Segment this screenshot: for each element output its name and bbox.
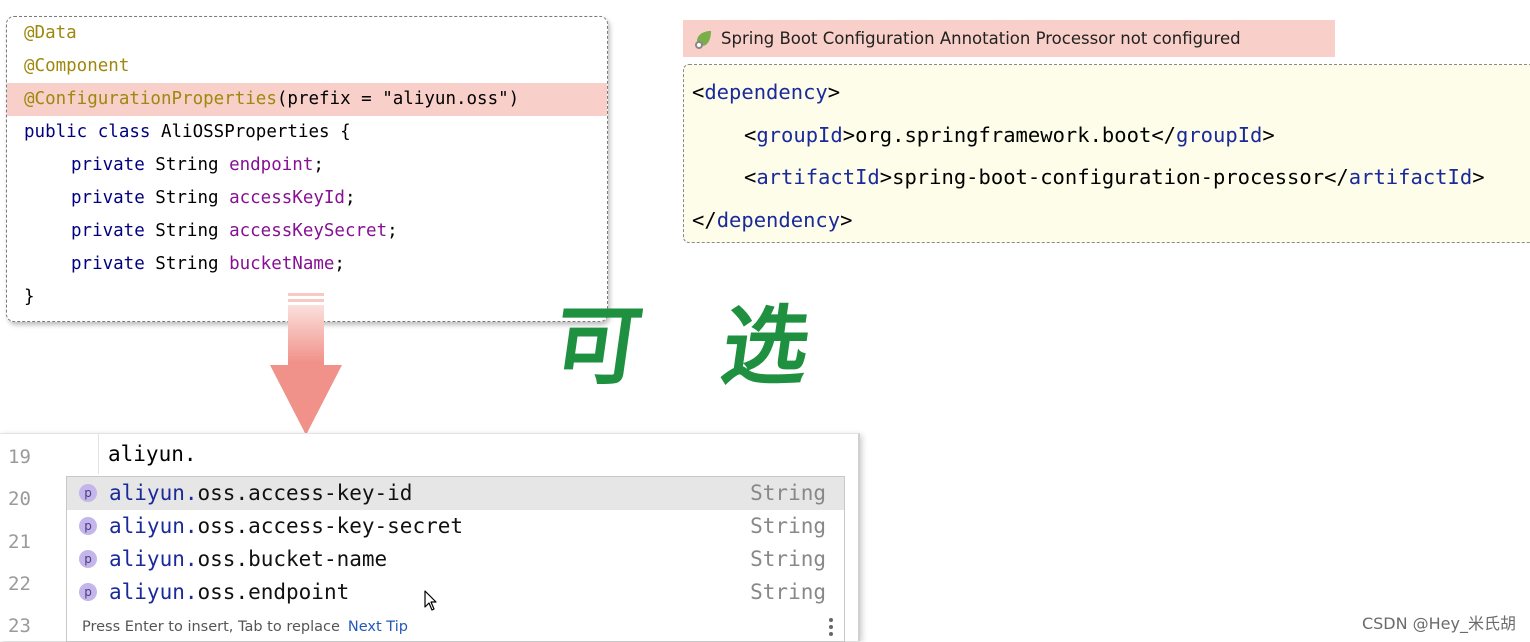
xml-line: </dependency> bbox=[692, 208, 853, 232]
annotation-component: @Component bbox=[24, 56, 130, 76]
completion-prefix: aliyun. bbox=[109, 580, 198, 604]
semicolon: ; bbox=[334, 254, 345, 274]
xml-line: <groupId>org.springframework.boot</group… bbox=[744, 123, 1275, 147]
keyword: private bbox=[71, 254, 145, 274]
annotation-configuration-properties: @ConfigurationProperties bbox=[24, 89, 277, 109]
annotation-args: (prefix = "aliyun.oss") bbox=[276, 89, 520, 109]
code-line: private String endpoint; bbox=[7, 149, 607, 182]
spring-leaf-icon bbox=[695, 30, 711, 49]
line-number: 21 bbox=[8, 531, 31, 553]
completion-type: String bbox=[750, 514, 826, 538]
property-icon: p bbox=[79, 550, 97, 568]
field-name: bucketName bbox=[229, 254, 335, 274]
line-number: 20 bbox=[8, 488, 31, 510]
xml-tag: artifactId bbox=[1348, 165, 1473, 189]
semicolon: ; bbox=[387, 221, 398, 241]
class-name: AliOSSProperties { bbox=[150, 122, 351, 142]
completion-name: oss.access-key-secret bbox=[197, 514, 464, 538]
xml-line: <artifactId>spring-boot-configuration-pr… bbox=[744, 165, 1485, 189]
artifact-id-value: spring-boot-configuration-processor bbox=[892, 165, 1325, 189]
completion-item[interactable]: p aliyun.oss.access-key-id String bbox=[67, 477, 844, 510]
xml-tag: dependency bbox=[716, 208, 841, 232]
hint-text: Press Enter to insert, Tab to replace bbox=[82, 619, 340, 635]
code-line: @Data bbox=[7, 17, 607, 50]
type: String bbox=[144, 155, 230, 175]
xml-tag: dependency bbox=[704, 80, 828, 104]
xml-tag: artifactId bbox=[756, 165, 880, 189]
java-code-panel: @Data @Component @ConfigurationPropertie… bbox=[6, 16, 608, 322]
code-line: private String accessKeyId; bbox=[7, 182, 607, 215]
completion-name: oss.bucket-name bbox=[197, 547, 388, 571]
warning-text: Spring Boot Configuration Annotation Pro… bbox=[721, 29, 1241, 48]
field-name: accessKeyId bbox=[229, 188, 345, 208]
keyword: public class bbox=[24, 122, 151, 142]
completion-prefix: aliyun. bbox=[109, 481, 198, 505]
group-id-value: org.springframework.boot bbox=[855, 123, 1152, 147]
mouse-cursor-icon bbox=[424, 590, 437, 611]
type: String bbox=[144, 254, 230, 274]
semicolon: ; bbox=[344, 188, 356, 208]
csdn-watermark: CSDN @Hey_米氏胡 bbox=[1361, 614, 1516, 633]
field-name: endpoint bbox=[229, 155, 314, 175]
completion-item[interactable]: p aliyun.oss.access-key-secret String bbox=[67, 510, 844, 543]
property-icon: p bbox=[79, 517, 97, 535]
keyword: private bbox=[71, 188, 145, 208]
processor-warning-bar[interactable]: Spring Boot Configuration Annotation Pro… bbox=[683, 20, 1335, 57]
down-arrow-icon bbox=[270, 293, 342, 435]
line-number: 22 bbox=[8, 573, 31, 595]
completion-prefix: aliyun. bbox=[109, 547, 198, 571]
code-line: public class AliOSSProperties { bbox=[7, 116, 607, 149]
annotation-data: @Data bbox=[24, 23, 77, 43]
type: String bbox=[144, 221, 230, 241]
more-options-icon[interactable] bbox=[828, 617, 834, 637]
completion-type: String bbox=[750, 547, 826, 571]
completion-item[interactable]: p aliyun.oss.endpoint String bbox=[67, 576, 844, 609]
gutter-divider bbox=[98, 434, 99, 474]
xml-tag: groupId bbox=[1176, 123, 1263, 147]
field-name: accessKeySecret bbox=[229, 221, 388, 241]
completion-hint: Press Enter to insert, Tab to replace Nex… bbox=[82, 619, 408, 635]
line-number: 19 bbox=[8, 446, 31, 468]
property-icon: p bbox=[79, 583, 97, 601]
code-line: private String accessKeySecret; bbox=[7, 215, 607, 248]
closing-brace: } bbox=[24, 287, 35, 307]
keyword: private bbox=[71, 221, 145, 241]
maven-dependency-panel: <dependency> <groupId>org.springframewor… bbox=[683, 64, 1530, 243]
completion-type: String bbox=[750, 580, 826, 604]
completion-name: oss.access-key-id bbox=[197, 481, 413, 505]
property-icon: p bbox=[79, 484, 97, 502]
autocomplete-popup: p aliyun.oss.access-key-id String p aliy… bbox=[66, 476, 845, 642]
code-line: private String bucketName; bbox=[7, 248, 607, 281]
xml-line: <dependency> bbox=[692, 80, 841, 104]
optional-label: 可 选 bbox=[547, 297, 842, 397]
completion-name: oss.endpoint bbox=[197, 580, 350, 604]
semicolon: ; bbox=[313, 155, 324, 175]
completion-prefix: aliyun. bbox=[109, 514, 198, 538]
typed-text[interactable]: aliyun. bbox=[108, 442, 197, 466]
xml-tag: groupId bbox=[756, 123, 843, 147]
code-line: @Component bbox=[7, 50, 607, 83]
keyword: private bbox=[71, 155, 145, 175]
next-tip-link[interactable]: Next Tip bbox=[348, 619, 408, 635]
line-number: 23 bbox=[8, 615, 31, 637]
type: String bbox=[144, 188, 230, 208]
completion-item[interactable]: p aliyun.oss.bucket-name String bbox=[67, 543, 844, 576]
code-line-highlighted: @ConfigurationProperties(prefix = "aliyu… bbox=[7, 83, 607, 116]
completion-type: String bbox=[750, 481, 826, 505]
